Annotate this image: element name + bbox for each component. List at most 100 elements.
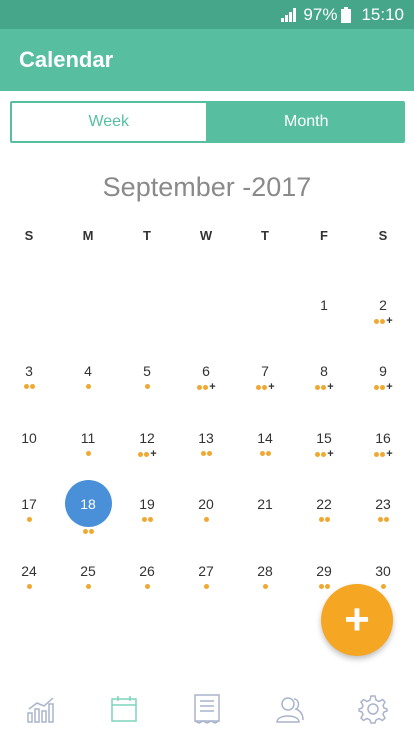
event-indicators: +: [358, 316, 408, 327]
day-number: 27: [198, 563, 214, 579]
event-dot: [29, 383, 35, 389]
nav-settings[interactable]: [331, 686, 414, 732]
event-indicators: [4, 382, 54, 392]
nav-stats[interactable]: [0, 686, 83, 732]
event-dot: [379, 451, 385, 457]
event-indicators: +: [358, 382, 408, 393]
calendar-day[interactable]: 9 +: [358, 362, 408, 412]
day-number: 12: [139, 430, 155, 446]
nav-calendar[interactable]: [83, 686, 166, 732]
calendar-day[interactable]: 22: [299, 495, 349, 545]
event-dot: [147, 516, 153, 522]
app-title: Calendar: [19, 47, 114, 72]
weekday-label: F: [320, 228, 328, 243]
calendar-day[interactable]: 18: [63, 495, 113, 545]
event-indicators: [181, 515, 231, 525]
month-title[interactable]: September -2017: [0, 172, 414, 203]
nav-contacts[interactable]: [248, 686, 331, 732]
day-number: 24: [21, 563, 37, 579]
nav-receipts[interactable]: [166, 686, 249, 732]
calendar-day[interactable]: 15 +: [299, 429, 349, 479]
calendar-day[interactable]: 25: [63, 562, 113, 612]
event-indicators: +: [122, 449, 172, 460]
calendar-day[interactable]: 23: [358, 495, 408, 545]
event-dot: [383, 516, 389, 522]
signal-icon: [281, 7, 297, 22]
day-number: 18: [80, 496, 96, 512]
event-dot: [314, 384, 320, 390]
calendar-day[interactable]: 11: [63, 429, 113, 479]
event-dot: [202, 384, 208, 390]
event-indicators: +: [240, 382, 290, 393]
more-events-indicator: +: [268, 381, 275, 393]
event-indicators: [63, 527, 113, 537]
weekday-label: W: [199, 228, 213, 243]
calendar-day[interactable]: 27: [181, 562, 231, 612]
day-number: 1: [320, 297, 328, 313]
weekday-label: S: [378, 228, 388, 243]
calendar-day[interactable]: 28: [240, 562, 290, 612]
event-indicators: [181, 449, 231, 459]
event-dot: [259, 450, 265, 456]
event-dot: [144, 383, 150, 389]
day-number: 30: [375, 563, 391, 579]
calendar-day[interactable]: 12 +: [122, 429, 172, 479]
event-dot: [265, 450, 271, 456]
calendar-day[interactable]: 20: [181, 495, 231, 545]
day-number: 2: [379, 297, 387, 313]
event-dot: [200, 450, 206, 456]
event-indicators: [63, 382, 113, 392]
event-indicators: [240, 449, 290, 459]
calendar-day[interactable]: 19: [122, 495, 172, 545]
calendar-day[interactable]: 24: [4, 562, 54, 612]
event-dot: [88, 528, 94, 534]
calendar-day[interactable]: 10: [4, 429, 54, 479]
event-dot: [23, 383, 29, 389]
day-number: 15: [316, 430, 332, 446]
event-dot: [324, 583, 330, 589]
event-dot: [320, 451, 326, 457]
battery-percentage: 97%: [303, 4, 338, 24]
day-number: 8: [320, 363, 328, 379]
event-dot: [143, 451, 149, 457]
month-tab[interactable]: Month: [207, 101, 405, 143]
calendar-day[interactable]: 1: [299, 296, 349, 346]
battery-icon: [341, 6, 352, 23]
day-number: 11: [80, 430, 96, 446]
day-number: 3: [25, 363, 33, 379]
event-dot: [379, 318, 385, 324]
calendar-day[interactable]: 5: [122, 362, 172, 412]
event-dot: [373, 451, 379, 457]
calendar-day[interactable]: 3: [4, 362, 54, 412]
stats-icon: [27, 697, 55, 723]
event-dot: [262, 583, 268, 589]
plus-icon: +: [344, 595, 370, 644]
event-dot: [380, 583, 386, 589]
calendar-day[interactable]: 2 +: [358, 296, 408, 346]
day-number: 26: [139, 563, 155, 579]
calendar-day[interactable]: 17: [4, 495, 54, 545]
add-event-button[interactable]: +: [321, 584, 393, 656]
calendar-day[interactable]: 16 +: [358, 429, 408, 479]
event-indicators: [122, 382, 172, 392]
more-events-indicator: +: [150, 448, 157, 460]
calendar-day[interactable]: 14: [240, 429, 290, 479]
calendar-day[interactable]: 6 +: [181, 362, 231, 412]
event-dot: [85, 583, 91, 589]
day-number: 28: [257, 563, 273, 579]
view-toggle: Week Month: [10, 101, 405, 143]
calendar-day[interactable]: 7 +: [240, 362, 290, 412]
day-number: 10: [21, 430, 37, 446]
settings-icon: [357, 695, 388, 724]
calendar-day[interactable]: 4: [63, 362, 113, 412]
event-dot: [196, 384, 202, 390]
calendar-day[interactable]: 26: [122, 562, 172, 612]
week-tab[interactable]: Week: [10, 101, 208, 143]
event-indicators: [358, 515, 408, 525]
calendar-day[interactable]: 13: [181, 429, 231, 479]
bottom-nav: [0, 686, 414, 732]
calendar-day[interactable]: 21: [240, 495, 290, 545]
event-dot: [26, 583, 32, 589]
calendar-day[interactable]: 8 +: [299, 362, 349, 412]
status-bar: 97% 15:10: [0, 0, 414, 29]
